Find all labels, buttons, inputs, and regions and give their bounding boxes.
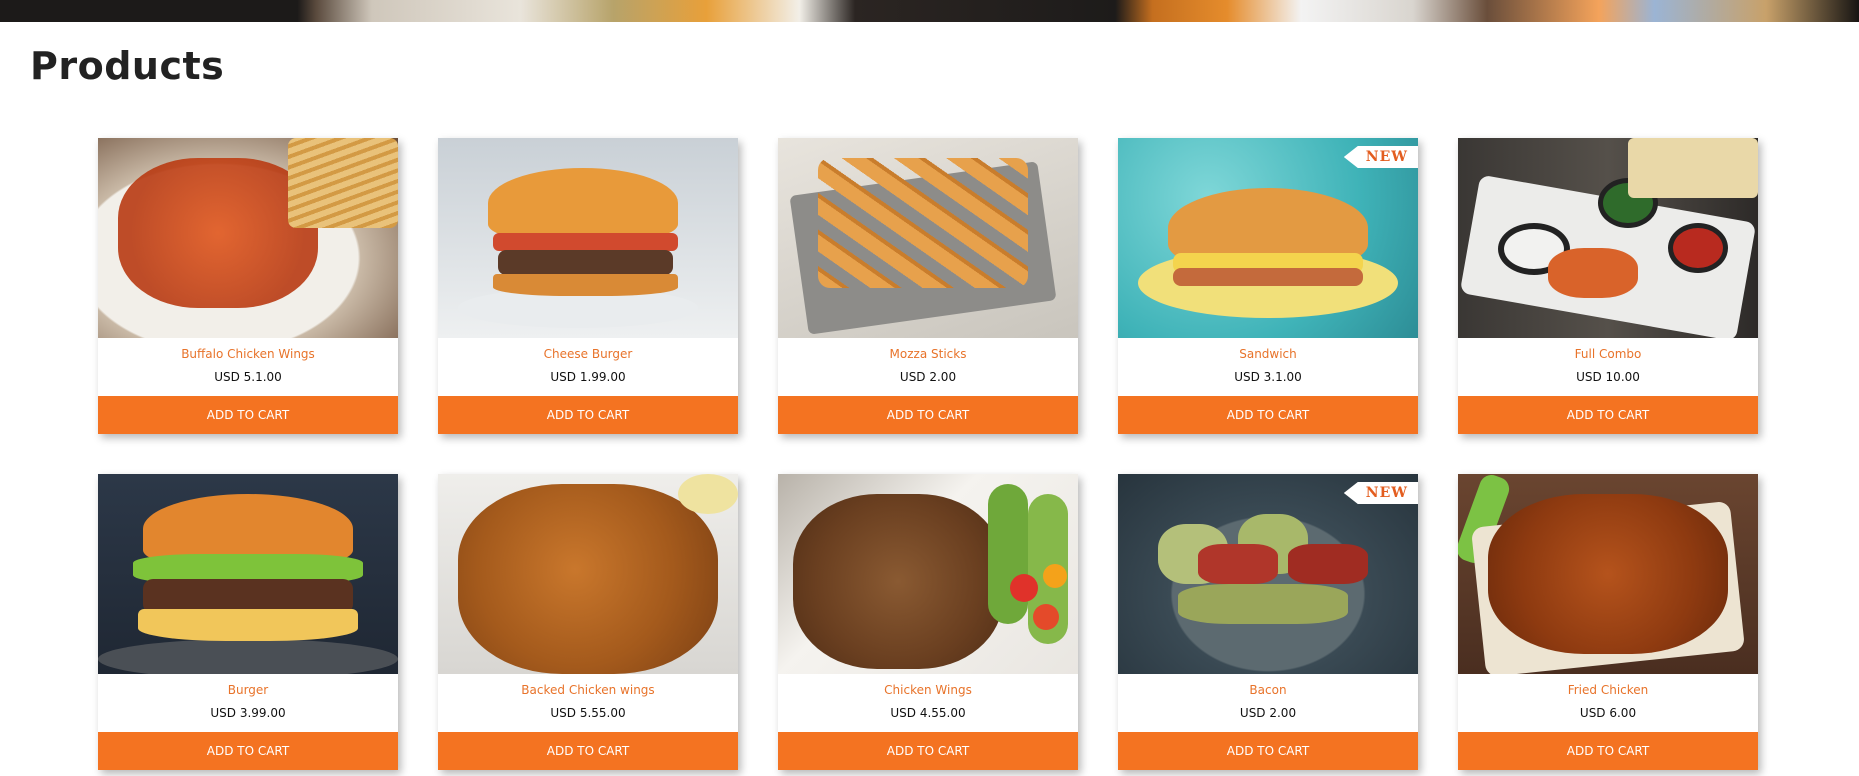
add-to-cart-button[interactable]: ADD TO CART: [778, 732, 1078, 770]
product-image-fried-chicken[interactable]: [1458, 474, 1758, 674]
product-name[interactable]: Burger: [98, 682, 398, 698]
product-card: Fried Chicken USD 6.00 ADD TO CART: [1458, 474, 1758, 770]
product-price: USD 3.1.00: [1234, 370, 1302, 384]
product-card: Cheese Burger USD 1.99.00 ADD TO CART: [438, 138, 738, 434]
product-card: Burger USD 3.99.00 ADD TO CART: [98, 474, 398, 770]
add-to-cart-button[interactable]: ADD TO CART: [1118, 396, 1418, 434]
product-image-sandwich[interactable]: NEW: [1118, 138, 1418, 338]
product-card: NEW Sandwich USD 3.1.00 ADD TO CART: [1118, 138, 1418, 434]
product-name[interactable]: Buffalo Chicken Wings: [98, 346, 398, 362]
product-price: USD 2.00: [1239, 706, 1297, 720]
new-badge: NEW: [1343, 482, 1418, 504]
product-name[interactable]: Fried Chicken: [1458, 682, 1758, 698]
product-price: USD 1.99.00: [550, 370, 626, 384]
product-name[interactable]: Sandwich: [1118, 346, 1418, 362]
add-to-cart-button[interactable]: ADD TO CART: [98, 396, 398, 434]
product-image-full-combo[interactable]: [1458, 138, 1758, 338]
add-to-cart-button[interactable]: ADD TO CART: [1458, 732, 1758, 770]
product-name[interactable]: Cheese Burger: [438, 346, 738, 362]
product-image-chicken-wings[interactable]: [778, 474, 1078, 674]
product-card: NEW Bacon USD 2.00 ADD TO CART: [1118, 474, 1418, 770]
add-to-cart-button[interactable]: ADD TO CART: [98, 732, 398, 770]
page-title: Products: [30, 44, 225, 88]
product-card: Backed Chicken wings USD 5.55.00 ADD TO …: [438, 474, 738, 770]
product-name[interactable]: Bacon: [1118, 682, 1418, 698]
hero-banner-image: [0, 0, 1859, 22]
product-name[interactable]: Chicken Wings: [778, 682, 1078, 698]
add-to-cart-button[interactable]: ADD TO CART: [778, 396, 1078, 434]
add-to-cart-button[interactable]: ADD TO CART: [1118, 732, 1418, 770]
product-name[interactable]: Mozza Sticks: [778, 346, 1078, 362]
product-image-buffalo-chicken-wings[interactable]: [98, 138, 398, 338]
product-image-burger[interactable]: [98, 474, 398, 674]
product-image-cheese-burger[interactable]: [438, 138, 738, 338]
product-image-bacon[interactable]: NEW: [1118, 474, 1418, 674]
product-price: USD 6.00: [1579, 706, 1637, 720]
product-name[interactable]: Backed Chicken wings: [438, 682, 738, 698]
product-price: USD 3.99.00: [210, 706, 286, 720]
product-image-mozza-sticks[interactable]: [778, 138, 1078, 338]
product-price: USD 5.1.00: [214, 370, 282, 384]
product-grid: Buffalo Chicken Wings USD 5.1.00 ADD TO …: [98, 138, 1760, 770]
add-to-cart-button[interactable]: ADD TO CART: [438, 732, 738, 770]
add-to-cart-button[interactable]: ADD TO CART: [1458, 396, 1758, 434]
product-card: Mozza Sticks USD 2.00 ADD TO CART: [778, 138, 1078, 434]
product-card: Chicken Wings USD 4.55.00 ADD TO CART: [778, 474, 1078, 770]
product-name[interactable]: Full Combo: [1458, 346, 1758, 362]
new-badge: NEW: [1343, 146, 1418, 168]
add-to-cart-button[interactable]: ADD TO CART: [438, 396, 738, 434]
product-price: USD 5.55.00: [550, 706, 626, 720]
product-image-backed-chicken-wings[interactable]: [438, 474, 738, 674]
product-price: USD 10.00: [1576, 370, 1640, 384]
product-card: Full Combo USD 10.00 ADD TO CART: [1458, 138, 1758, 434]
product-price: USD 4.55.00: [890, 706, 966, 720]
product-price: USD 2.00: [899, 370, 957, 384]
product-card: Buffalo Chicken Wings USD 5.1.00 ADD TO …: [98, 138, 398, 434]
